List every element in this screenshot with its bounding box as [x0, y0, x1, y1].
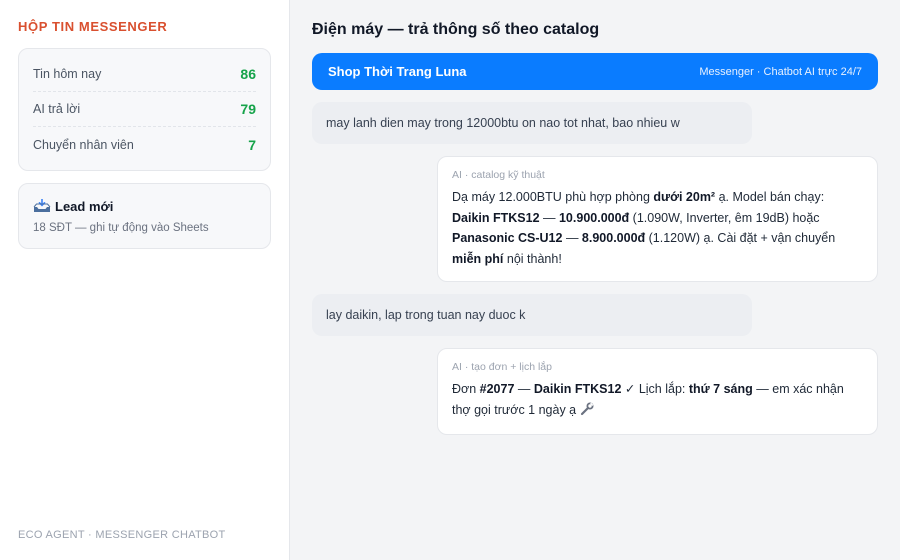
ai-message: AI · tạo đơn + lịch lắp Đơn #2077 — Daik… [437, 348, 878, 435]
bold-run: 8.900.000đ [581, 231, 646, 245]
ai-message: AI · catalog kỹ thuật Dạ máy 12.000BTU p… [437, 156, 878, 282]
stat-label: Chuyển nhân viên [33, 137, 134, 152]
app: HỘP TIN MESSENGER Tin hôm nay 86 AI trả … [0, 0, 900, 560]
ai-message-text: Dạ máy 12.000BTU phù hợp phòng dưới 20m²… [452, 187, 863, 269]
bold-run: 10.900.000đ [558, 210, 630, 225]
stat-value: 86 [240, 66, 256, 82]
conversation-header: Shop Thời Trang Luna Messenger · Chatbot… [312, 53, 878, 90]
text-run: Đơn [452, 382, 480, 396]
sidebar: HỘP TIN MESSENGER Tin hôm nay 86 AI trả … [0, 0, 290, 560]
text-run: — [562, 231, 582, 245]
channel-meta: Messenger · Chatbot AI trực 24/7 [699, 65, 862, 78]
sidebar-title: HỘP TIN MESSENGER [18, 19, 168, 34]
chat-panel: Điện máy — trả thông số theo catalog Sho… [290, 0, 900, 560]
stat-row-handoff: Chuyển nhân viên 7 [33, 127, 256, 162]
stat-label: AI trả lời [33, 102, 81, 116]
inbox-tray-icon [33, 198, 51, 213]
text-run: ✓ Lịch lắp: [621, 382, 689, 396]
ai-message-tag: AI · catalog kỹ thuật [452, 169, 545, 181]
user-message: lay daikin, lap trong tuan nay duoc k [312, 294, 752, 336]
ai-message-tag: AI · tạo đơn + lịch lắp [452, 361, 552, 373]
bold-run: thứ 7 sáng [688, 382, 753, 396]
stat-value: 7 [248, 136, 256, 153]
bold-run: miễn phí [452, 251, 504, 266]
text-run: (1.120W) ạ. Cài đặt + vận chuyển [645, 231, 836, 245]
bold-run: #2077 [479, 382, 515, 396]
text-run: — [539, 210, 559, 225]
bold-run: Daikin FTKS12 [452, 210, 540, 225]
text-run: nội thành! [503, 251, 562, 266]
stat-label: Tin hôm nay [33, 67, 102, 81]
text-run: (1.090W, Inverter, êm 19dB) hoặc [629, 210, 820, 225]
lead-title: Lead mới [55, 198, 114, 214]
bold-run: dưới 20m² [653, 190, 716, 204]
stat-row-ai-replies: AI trả lời 79 [33, 92, 256, 127]
lead-header: Lead mới [33, 197, 256, 215]
lead-subtitle: 18 SĐT — ghi tự động vào Sheets [33, 222, 209, 234]
wrench-icon [580, 402, 594, 423]
bold-run: Panasonic CS-U12 [452, 231, 563, 245]
text-run: ạ. Model bán chạy: [715, 190, 825, 204]
text-run: — [514, 382, 534, 396]
stat-row-messages-today: Tin hôm nay 86 [33, 57, 256, 92]
page-title: Điện máy — trả thông số theo catalog [312, 21, 600, 38]
stats-card: Tin hôm nay 86 AI trả lời 79 Chuyển nhân… [18, 48, 271, 171]
bold-run: Daikin FTKS12 [533, 382, 622, 396]
user-message: may lanh dien may trong 12000btu on nao … [312, 102, 752, 144]
stat-value: 79 [240, 101, 256, 117]
lead-card[interactable]: Lead mới 18 SĐT — ghi tự động vào Sheets [18, 183, 271, 249]
sidebar-footer: ECO AGENT · MESSENGER CHATBOT [18, 529, 226, 541]
text-run: Dạ máy 12.000BTU phù hợp phòng [452, 190, 654, 204]
ai-message-text: Đơn #2077 — Daikin FTKS12 ✓ Lịch lắp: th… [452, 379, 863, 422]
shop-name: Shop Thời Trang Luna [328, 64, 467, 79]
